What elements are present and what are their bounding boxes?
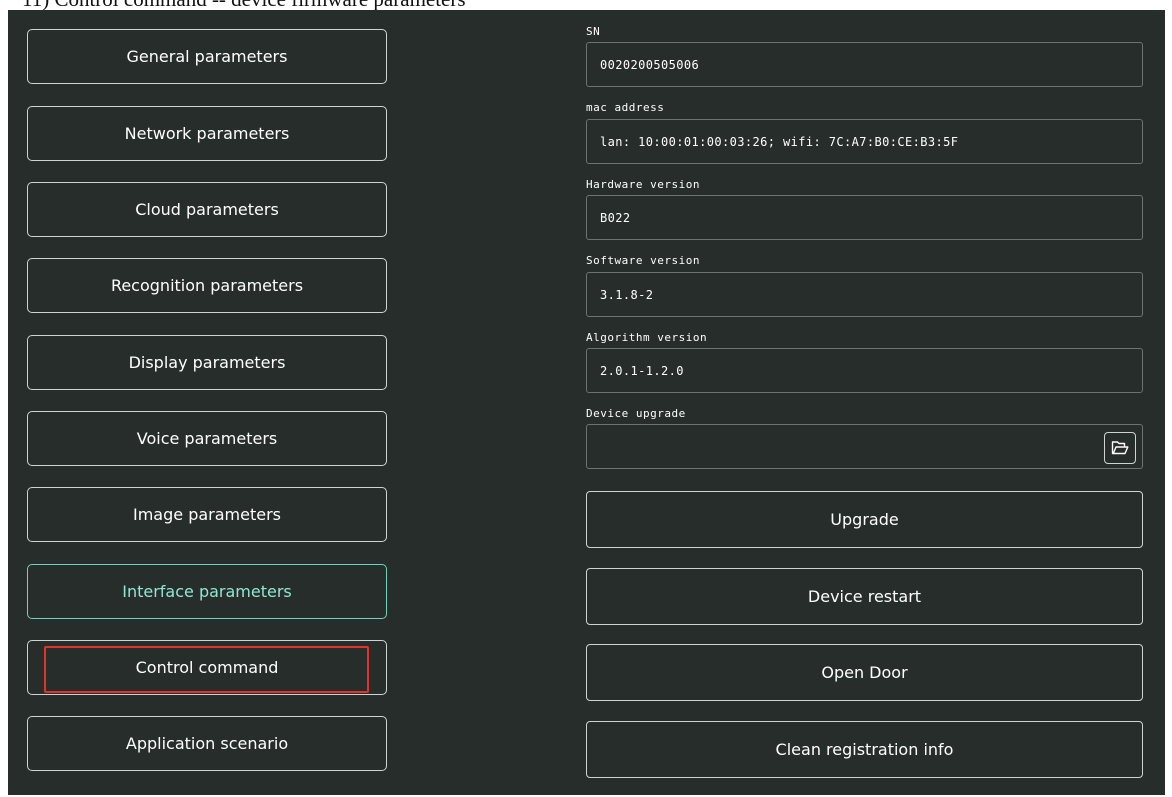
nav-interface-parameters[interactable]: Interface parameters [27,564,387,619]
nav-cloud-parameters[interactable]: Cloud parameters [27,182,387,237]
nav-control-command[interactable]: Control command [27,640,387,695]
control-panel: General parameters Network parameters Cl… [8,10,1165,795]
nav-image-parameters[interactable]: Image parameters [27,487,387,542]
nav-recognition-parameters[interactable]: Recognition parameters [27,258,387,313]
device-upgrade-label: Device upgrade [586,407,686,420]
device-restart-button[interactable]: Device restart [586,568,1143,625]
device-upgrade-field[interactable] [586,424,1143,469]
hardware-version-field: B022 [586,195,1143,240]
folder-open-icon [1111,441,1129,455]
nav-application-scenario[interactable]: Application scenario [27,716,387,771]
nav-network-parameters[interactable]: Network parameters [27,106,387,161]
sn-label: SN [586,25,601,38]
algorithm-version-label: Algorithm version [586,331,708,344]
software-version-field: 3.1.8-2 [586,272,1143,317]
mac-address-field: lan: 10:00:01:00:03:26; wifi: 7C:A7:B0:C… [586,119,1143,164]
nav-display-parameters[interactable]: Display parameters [27,335,387,390]
upgrade-button[interactable]: Upgrade [586,491,1143,548]
browse-file-button[interactable] [1104,432,1136,464]
clean-registration-button[interactable]: Clean registration info [586,721,1143,778]
open-door-button[interactable]: Open Door [586,644,1143,701]
document-caption: 11) Control command -- device firmware p… [22,0,466,10]
nav-voice-parameters[interactable]: Voice parameters [27,411,387,466]
software-version-label: Software version [586,254,700,267]
hardware-version-label: Hardware version [586,178,700,191]
mac-address-label: mac address [586,101,665,114]
algorithm-version-field: 2.0.1-1.2.0 [586,348,1143,393]
sn-field: 0020200505006 [586,42,1143,87]
nav-general-parameters[interactable]: General parameters [27,29,387,84]
